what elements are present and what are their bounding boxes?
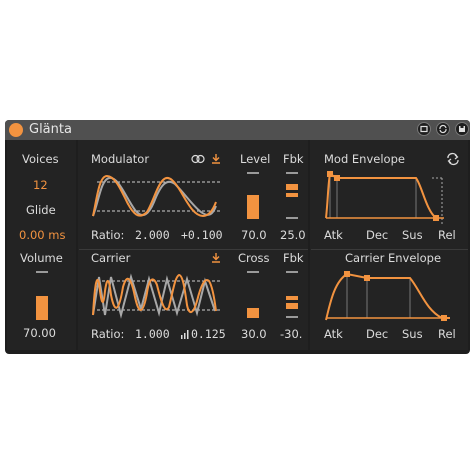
- carrier-offset-value[interactable]: 0.125: [191, 327, 226, 341]
- save-icon: [459, 126, 465, 132]
- modulator-ratio-label: Ratio:: [91, 228, 125, 242]
- cross-slider[interactable]: [247, 284, 259, 318]
- device-title: Glänta: [29, 122, 72, 137]
- divider: [79, 249, 308, 250]
- refresh-icon: [439, 124, 447, 134]
- modulator-fbk-slider[interactable]: [285, 170, 299, 222]
- hotswap-icon: [420, 125, 428, 133]
- cross-label: Cross: [238, 251, 270, 265]
- mod-env-stage-dec: Dec: [366, 228, 389, 242]
- carrier-env-stage-atk: Atk: [324, 327, 343, 341]
- modulator-fbk-value[interactable]: 25.0: [280, 228, 306, 242]
- glide-label: Glide: [26, 203, 56, 217]
- modulator-waveform: [92, 174, 221, 218]
- carrier-envelope-graph[interactable]: [322, 270, 462, 326]
- fbk-fill-lower: [286, 193, 298, 197]
- title-bar: Glänta: [5, 120, 470, 140]
- mod-env-stage-sus: Sus: [402, 228, 423, 242]
- download-icon[interactable]: [211, 153, 221, 164]
- device-glanta: Glänta Voices 12 Glide 0.00 ms Volume 70…: [5, 120, 470, 354]
- level-fill: [247, 195, 259, 219]
- carrier-fbk-label: Fbk: [283, 251, 304, 265]
- fbk-track-bottom: [286, 316, 298, 318]
- level-slider[interactable]: [247, 185, 259, 219]
- level-value[interactable]: 70.0: [241, 228, 267, 242]
- carrier-fbk-slider[interactable]: [285, 269, 299, 321]
- volume-label: Volume: [20, 251, 63, 265]
- mod-envelope-label: Mod Envelope: [324, 152, 405, 166]
- mod-env-stage-atk: Atk: [324, 228, 343, 242]
- hot-swap-button[interactable]: [417, 122, 431, 136]
- cross-slider-top: [247, 271, 259, 273]
- carrier-fbk-value[interactable]: -30.: [280, 327, 302, 341]
- envelope-panel: Mod Envelope Atk Dec Sus Rel Carrier Env…: [310, 140, 468, 350]
- modulator-offset-value[interactable]: +0.100: [181, 228, 223, 242]
- modulator-label: Modulator: [91, 152, 150, 166]
- fbk-fill-lower: [286, 303, 298, 309]
- carrier-env-stage-dec: Dec: [366, 327, 389, 341]
- voices-value[interactable]: 12: [33, 178, 48, 192]
- voices-label: Voices: [22, 152, 59, 166]
- power-icon[interactable]: [9, 123, 23, 137]
- modulator-ratio-value[interactable]: 2.000: [135, 228, 170, 242]
- divider: [311, 249, 468, 250]
- carrier-envelope-label: Carrier Envelope: [345, 251, 442, 265]
- oscillator-panel: Modulator Ratio: 2.000 +0.100 Level 70.0…: [78, 140, 308, 350]
- volume-fill: [36, 296, 48, 320]
- carrier-ratio-label: Ratio:: [91, 327, 125, 341]
- glide-value[interactable]: 0.00 ms: [19, 228, 65, 242]
- fbk-track-bottom: [286, 217, 298, 219]
- carrier-waveform: [92, 273, 221, 319]
- volume-value[interactable]: 70.00: [23, 326, 56, 340]
- fbk-fill: [286, 296, 298, 300]
- fbk-fill: [286, 184, 298, 190]
- mod-envelope-graph[interactable]: [322, 170, 462, 226]
- modulator-fbk-label: Fbk: [283, 152, 304, 166]
- fbk-track-top: [286, 271, 298, 273]
- carrier-env-stage-rel: Rel: [438, 327, 456, 341]
- loop-icon[interactable]: [446, 152, 460, 166]
- volume-slider[interactable]: [36, 286, 48, 320]
- carrier-label: Carrier: [91, 251, 131, 265]
- refresh-button[interactable]: [436, 122, 450, 136]
- cross-fill: [247, 308, 259, 318]
- level-label: Level: [240, 152, 271, 166]
- link-rings-icon[interactable]: [191, 154, 205, 164]
- mod-env-stage-rel: Rel: [438, 228, 456, 242]
- volume-slider-top: [36, 271, 48, 273]
- cross-value[interactable]: 30.0: [241, 327, 267, 341]
- carrier-ratio-value[interactable]: 1.000: [135, 327, 170, 341]
- global-panel: Voices 12 Glide 0.00 ms Volume 70.00: [7, 140, 76, 350]
- download-icon[interactable]: [211, 252, 221, 263]
- carrier-env-stage-sus: Sus: [402, 327, 423, 341]
- save-preset-button[interactable]: [455, 122, 469, 136]
- level-slider-top: [247, 172, 259, 174]
- fbk-track-top: [286, 172, 298, 174]
- signal-bars-icon: [181, 330, 189, 339]
